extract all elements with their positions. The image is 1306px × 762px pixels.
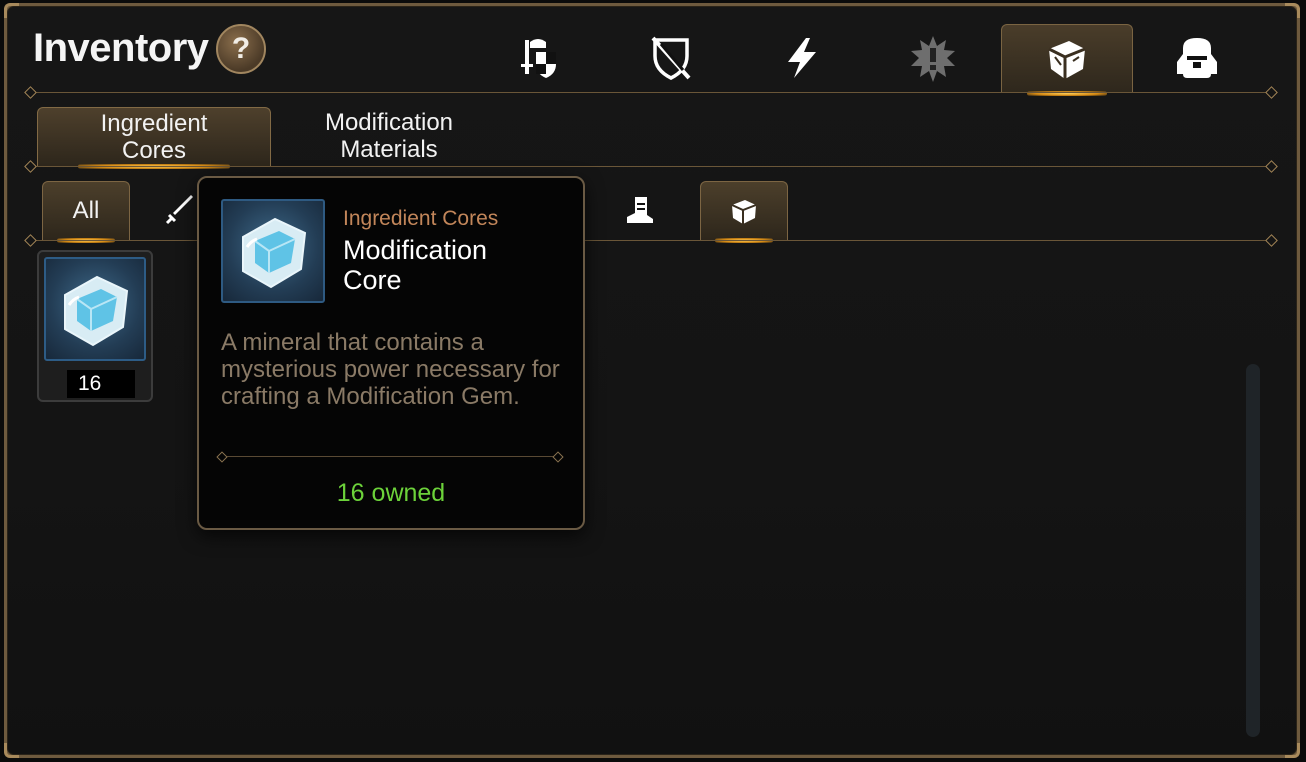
tooltip-divider — [221, 456, 559, 457]
subtab-divider — [24, 160, 1278, 173]
item-slot-modification-core[interactable]: 16 — [37, 250, 153, 402]
filter-label: All — [72, 197, 100, 224]
item-image — [44, 257, 146, 361]
crossed-sword-shield-icon — [651, 36, 691, 80]
subtab-label: Ingredient — [100, 110, 208, 137]
subtab-label: Cores — [121, 137, 187, 164]
boot-icon — [627, 197, 653, 223]
lightning-icon — [788, 38, 816, 78]
tooltip-category: Ingredient Cores — [343, 207, 499, 230]
frame-corner — [4, 3, 19, 18]
tab-armor[interactable] — [606, 24, 736, 92]
crystal-cube-icon — [1048, 41, 1086, 79]
frame-corner — [1285, 3, 1300, 18]
sword-icon — [165, 195, 193, 225]
subtab-label: Modification — [324, 109, 454, 136]
tab-skills[interactable] — [737, 24, 867, 92]
page-title: Inventory — [33, 26, 209, 70]
item-tooltip: Ingredient Cores Modification Core A min… — [197, 176, 585, 530]
tab-bag[interactable] — [1132, 24, 1262, 92]
frame-corner — [1285, 743, 1300, 758]
core-cube-icon — [731, 200, 757, 224]
tab-ingredient-cores[interactable]: Ingredient Cores — [37, 107, 271, 169]
tooltip-item-image — [221, 199, 325, 303]
frame-corner — [4, 743, 19, 758]
crystal-icon — [242, 217, 307, 289]
help-button[interactable]: ? — [216, 24, 266, 74]
crystal-icon — [64, 275, 129, 347]
filter-boots[interactable] — [610, 181, 670, 239]
backpack-icon — [1177, 38, 1217, 78]
knight-shield-icon — [521, 39, 556, 78]
tab-cores[interactable] — [1001, 24, 1133, 96]
tooltip-item-name: Modification Core — [343, 235, 488, 295]
item-quantity: 16 — [67, 370, 135, 398]
subtab-label: Materials — [340, 136, 438, 163]
tooltip-description: A mineral that contains a mysterious pow… — [221, 329, 560, 410]
tab-equipment[interactable] — [475, 24, 605, 92]
tab-modification-materials[interactable]: Modification Materials — [273, 107, 505, 165]
explosion-icon — [911, 36, 955, 82]
tab-special[interactable] — [868, 24, 998, 92]
scrollbar[interactable] — [1246, 364, 1260, 737]
filter-all[interactable]: All — [42, 181, 130, 243]
header-divider — [24, 86, 1278, 99]
filter-cores[interactable] — [700, 181, 788, 243]
tooltip-owned-count: 16 owned — [336, 479, 446, 507]
